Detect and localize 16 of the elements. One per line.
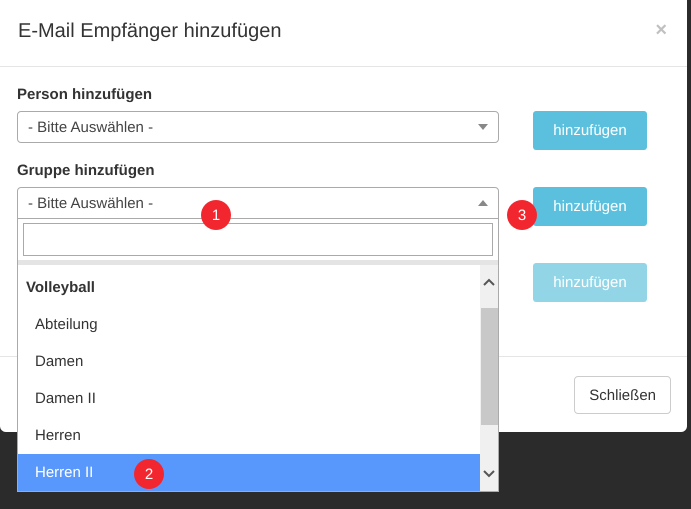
dropdown-option[interactable]: Damen II: [18, 380, 480, 417]
search-field[interactable]: [23, 223, 493, 256]
scrollbar[interactable]: [480, 265, 498, 491]
field-label: Gruppe hinzufügen: [17, 161, 156, 181]
select-field[interactable]: - Bitte Auswählen -: [17, 111, 499, 143]
dropdown-option[interactable]: Herren: [18, 417, 480, 454]
caret-icon: [478, 124, 488, 130]
close-dialog-button[interactable]: Schließen: [574, 376, 671, 414]
field-label: Person hinzufügen: [17, 85, 153, 105]
dropdown-option[interactable]: Abteilung: [18, 306, 480, 343]
caret-icon: [478, 200, 488, 206]
scroll-down-icon[interactable]: [483, 470, 495, 478]
dropdown-option[interactable]: Damen: [18, 343, 480, 380]
dialog-title: E-Mail Empfänger hinzufügen: [18, 20, 282, 43]
scroll-up-icon[interactable]: [483, 278, 495, 286]
option-group-label: Volleyball: [25, 278, 96, 298]
